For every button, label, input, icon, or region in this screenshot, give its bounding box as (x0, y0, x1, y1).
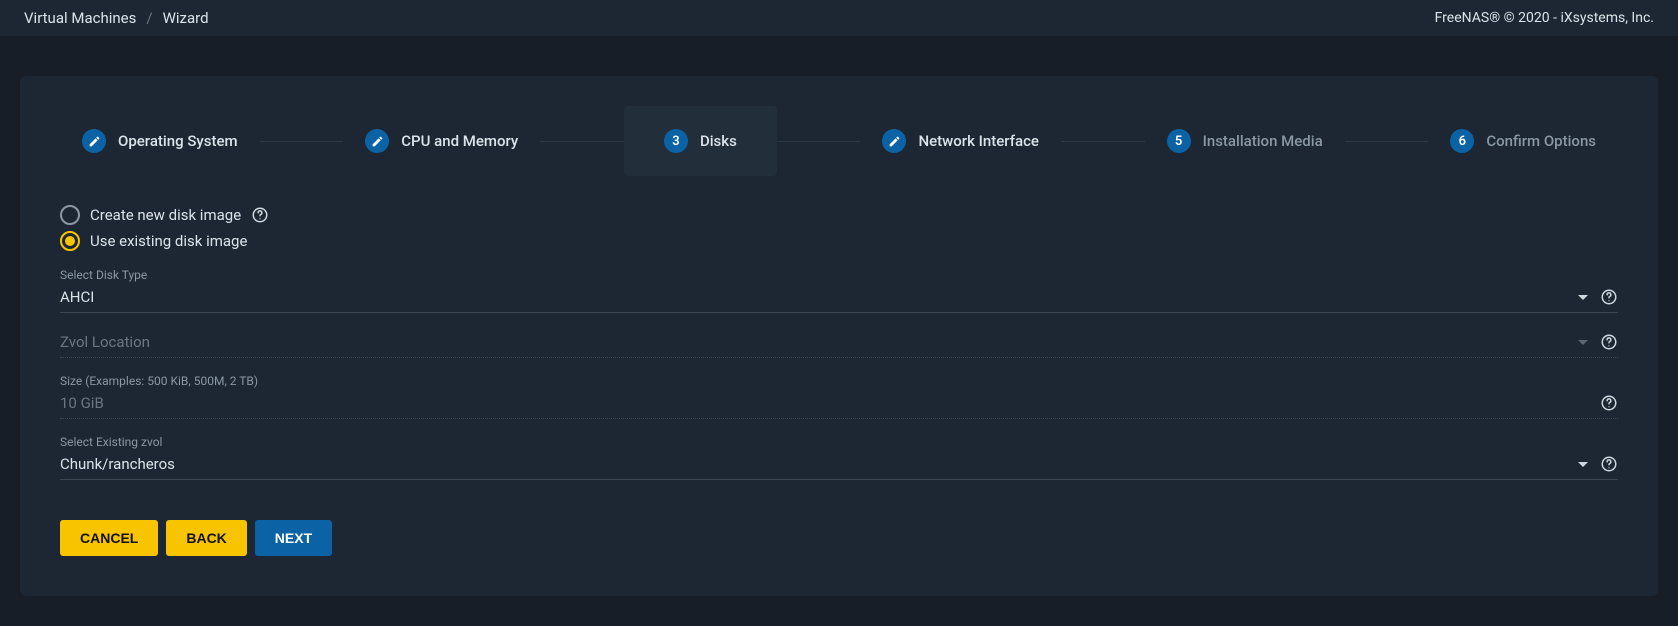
field-value: AHCI (60, 284, 1570, 310)
edit-icon (365, 129, 389, 153)
radio-create-new-disk[interactable]: Create new disk image (60, 202, 1618, 228)
next-button[interactable]: NEXT (255, 520, 332, 556)
field-value: 10 GiB (60, 390, 1592, 416)
step-network-interface[interactable]: Network Interface (860, 106, 1060, 176)
step-connector (1345, 141, 1429, 142)
step-label: CPU and Memory (401, 132, 518, 150)
field-size: Size (Examples: 500 KiB, 500M, 2 TB) 10 … (60, 374, 1618, 419)
field-placeholder: Zvol Location (60, 329, 1570, 355)
step-installation-media[interactable]: 5 Installation Media (1145, 106, 1345, 176)
chevron-down-icon (1578, 462, 1588, 467)
edit-icon (882, 129, 906, 153)
existing-zvol-select[interactable]: Chunk/rancheros (60, 451, 1618, 480)
field-label: Size (Examples: 500 KiB, 500M, 2 TB) (60, 374, 1618, 388)
radio-use-existing-disk[interactable]: Use existing disk image (60, 228, 1618, 254)
disk-type-select[interactable]: AHCI (60, 284, 1618, 313)
step-label: Confirm Options (1486, 132, 1596, 150)
wizard-stepper: Operating System CPU and Memory 3 Disks … (60, 106, 1618, 176)
radio-label: Create new disk image (90, 206, 241, 224)
copyright-text: FreeNAS® © 2020 - iXsystems, Inc. (1435, 10, 1654, 26)
step-connector (260, 141, 344, 142)
top-bar: Virtual Machines / Wizard FreeNAS® © 202… (0, 0, 1678, 36)
field-disk-type: Select Disk Type AHCI (60, 268, 1618, 313)
step-label: Disks (700, 132, 737, 150)
help-icon[interactable] (1600, 394, 1618, 412)
field-label: Select Existing zvol (60, 435, 1618, 449)
radio-label: Use existing disk image (90, 232, 247, 250)
step-operating-system[interactable]: Operating System (60, 106, 260, 176)
help-icon[interactable] (251, 206, 269, 224)
radio-icon (60, 231, 80, 251)
field-zvol-location: Zvol Location (60, 329, 1618, 358)
step-disks[interactable]: 3 Disks (624, 106, 777, 176)
step-connector (540, 141, 624, 142)
step-connector (1061, 141, 1145, 142)
help-icon[interactable] (1600, 455, 1618, 473)
disk-image-radio-group: Create new disk image Use existing disk … (60, 202, 1618, 254)
step-number: 6 (1450, 129, 1474, 153)
step-connector (777, 141, 861, 142)
breadcrumb: Virtual Machines / Wizard (24, 9, 209, 27)
chevron-down-icon (1578, 295, 1588, 300)
step-label: Installation Media (1203, 132, 1323, 150)
step-number: 3 (664, 129, 688, 153)
cancel-button[interactable]: CANCEL (60, 520, 158, 556)
size-input: 10 GiB (60, 390, 1618, 419)
help-icon[interactable] (1600, 288, 1618, 306)
breadcrumb-separator: / (146, 9, 152, 27)
disks-form: Create new disk image Use existing disk … (60, 202, 1618, 556)
wizard-button-row: CANCEL BACK NEXT (60, 520, 1618, 556)
field-value: Chunk/rancheros (60, 451, 1570, 477)
step-number: 5 (1167, 129, 1191, 153)
field-label: Select Disk Type (60, 268, 1618, 282)
edit-icon (82, 129, 106, 153)
help-icon[interactable] (1600, 333, 1618, 351)
back-button[interactable]: BACK (166, 520, 246, 556)
step-label: Network Interface (918, 132, 1038, 150)
chevron-down-icon (1578, 340, 1588, 345)
step-label: Operating System (118, 132, 238, 150)
radio-icon (60, 205, 80, 225)
breadcrumb-parent[interactable]: Virtual Machines (24, 9, 136, 27)
step-confirm-options[interactable]: 6 Confirm Options (1428, 106, 1618, 176)
breadcrumb-current: Wizard (163, 9, 209, 27)
wizard-card: Operating System CPU and Memory 3 Disks … (20, 76, 1658, 596)
step-cpu-memory[interactable]: CPU and Memory (343, 106, 540, 176)
zvol-location-select: Zvol Location (60, 329, 1618, 358)
field-existing-zvol: Select Existing zvol Chunk/rancheros (60, 435, 1618, 480)
